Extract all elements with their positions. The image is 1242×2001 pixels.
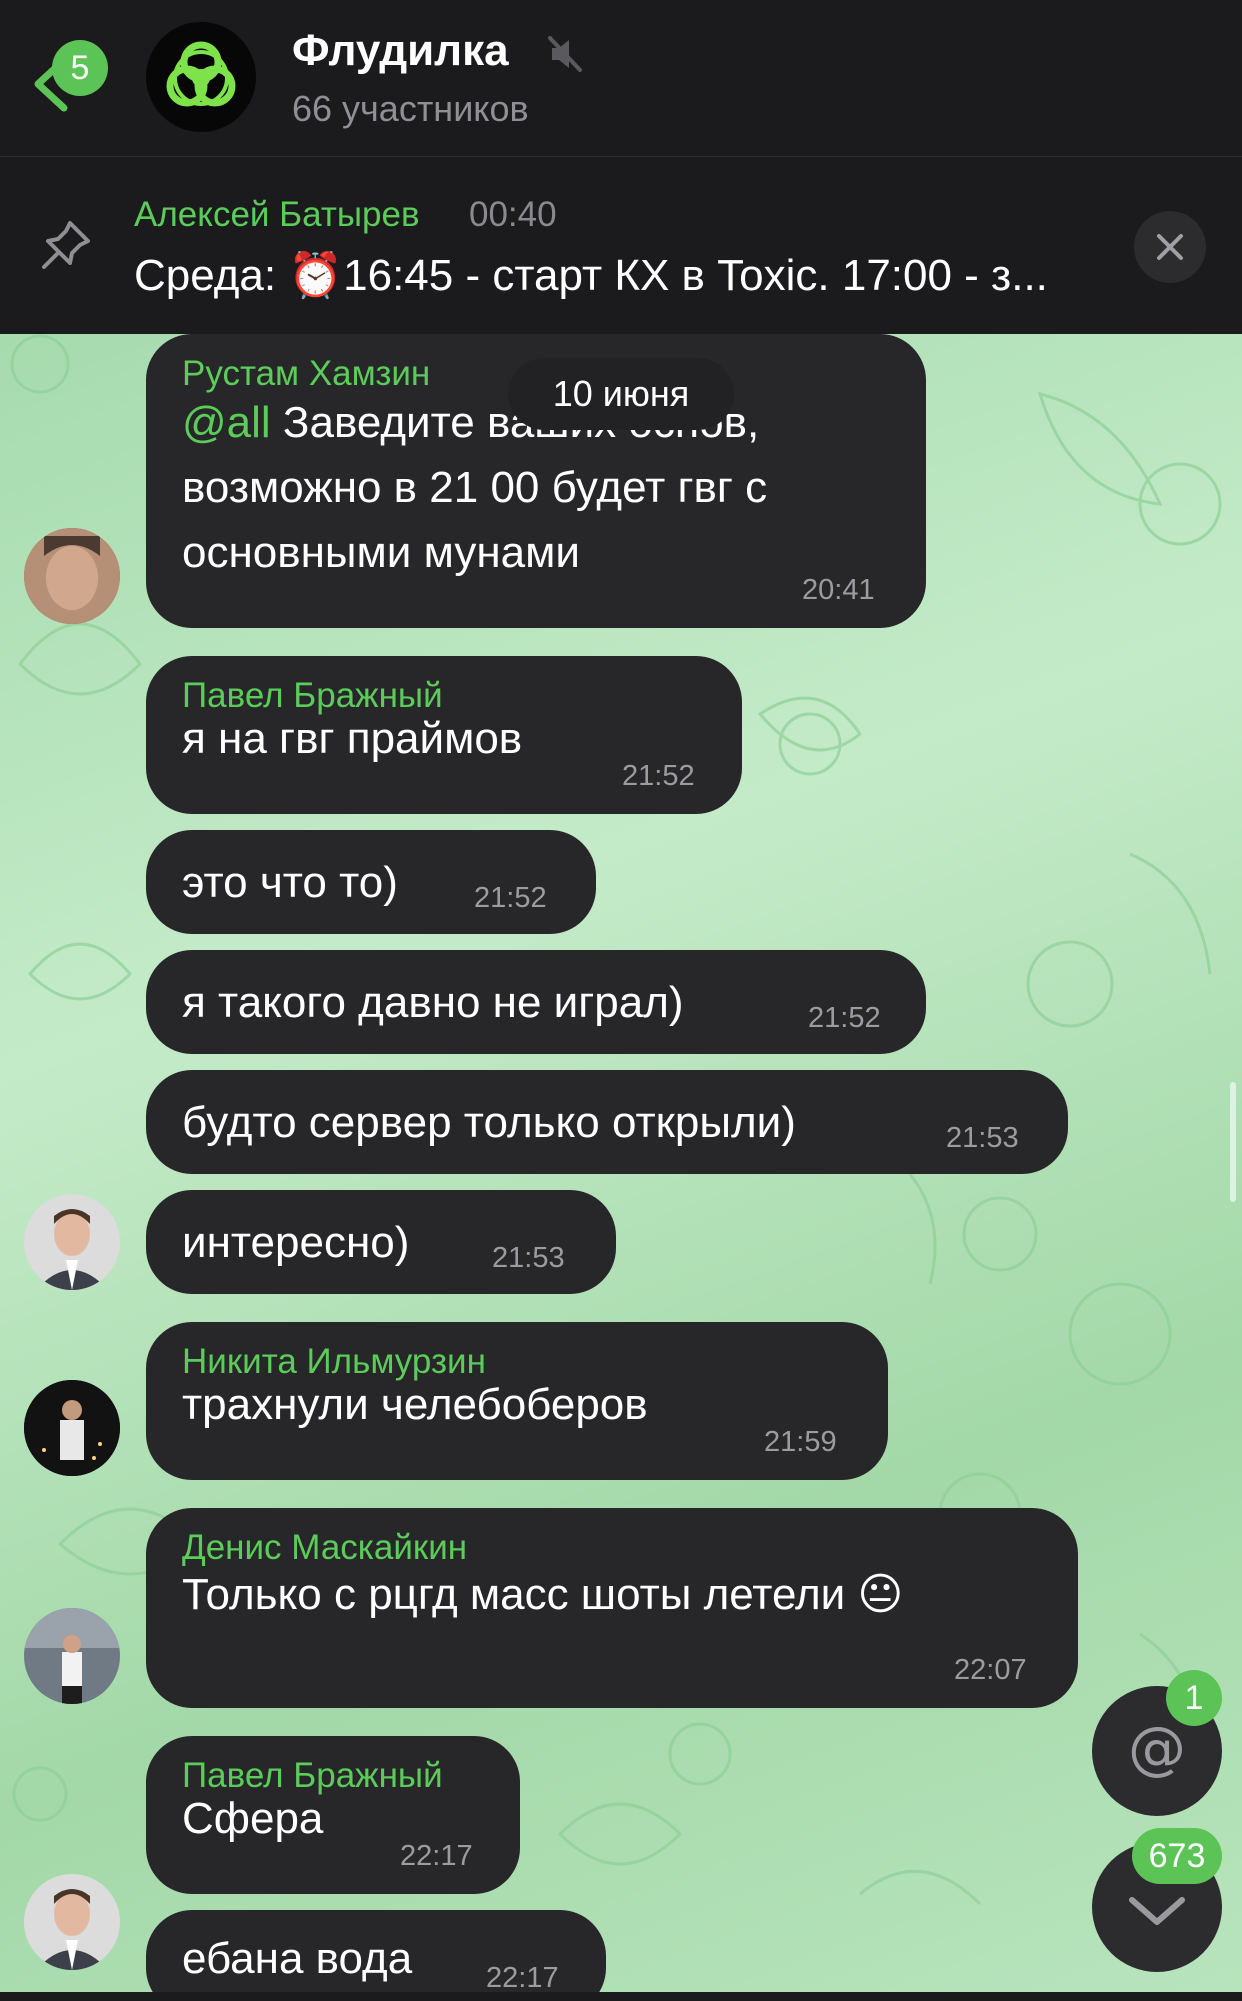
message-bubble[interactable]: это что то) 21:52 [146, 830, 596, 934]
chat-title[interactable]: Флудилка [292, 26, 509, 76]
close-icon [1157, 234, 1183, 260]
svg-text:@: @ [1128, 1714, 1186, 1782]
user-avatar-photo [24, 1380, 120, 1476]
message-time: 22:17 [486, 1962, 559, 1992]
message-time: 20:41 [802, 574, 875, 606]
mentions-badge: 1 [1166, 1670, 1222, 1726]
biohazard-icon [166, 41, 236, 107]
message-time: 21:59 [764, 1426, 837, 1458]
message-bubble[interactable]: Никита Ильмурзин трахнули челебоберов 21… [146, 1322, 888, 1480]
message-text: будто сервер только открыли) [182, 1098, 796, 1147]
unread-count-badge: 673 [1132, 1828, 1222, 1884]
message-text-part: основными мунами [182, 528, 580, 577]
avatar[interactable] [24, 1380, 120, 1476]
message-text: я такого давно не играл) [182, 978, 684, 1027]
message-text: это что то) [182, 858, 398, 907]
message-time: 21:53 [946, 1122, 1019, 1154]
unread-chats-badge: 5 [52, 40, 108, 96]
message-text: трахнули челебоберов [182, 1380, 648, 1429]
unpin-button[interactable] [1134, 211, 1206, 283]
pinned-time: 00:40 [469, 195, 557, 234]
user-avatar-photo [24, 1194, 120, 1290]
date-separator: 10 июня [508, 358, 734, 430]
muted-speaker-icon [548, 36, 582, 72]
pinned-message-bar[interactable]: Алексей Батырев 00:40 Среда: ⏰16:45 - ст… [0, 156, 1242, 334]
message-text: ебана вода [182, 1934, 413, 1983]
pin-icon [42, 221, 90, 269]
message-time: 21:53 [492, 1242, 565, 1274]
message-time: 21:52 [622, 760, 695, 792]
message-text: Сфера [182, 1794, 324, 1843]
message-bubble[interactable]: Павел Бражный Сфера 22:17 [146, 1736, 520, 1894]
message-time: 22:17 [400, 1840, 473, 1872]
participants-count: 66 участников [292, 88, 529, 129]
back-button[interactable]: 5 [28, 40, 118, 120]
chat-avatar[interactable] [146, 22, 256, 132]
pinned-author: Алексей Батырев [134, 195, 420, 234]
mentions-button[interactable]: @ 1 [1092, 1670, 1222, 1816]
avatar[interactable] [24, 1608, 120, 1704]
user-avatar-photo [24, 1874, 120, 1970]
message-bubble[interactable]: будто сервер только открыли) 21:53 [146, 1070, 1068, 1174]
scroll-to-bottom-button[interactable]: 673 [1092, 1828, 1222, 1972]
sender-name[interactable]: Рустам Хамзин [182, 354, 430, 394]
message-time: 21:52 [808, 1002, 881, 1034]
mention-link[interactable]: @all [182, 398, 271, 447]
message-bubble[interactable]: я такого давно не играл) 21:52 [146, 950, 926, 1054]
bottom-edge [0, 1992, 1242, 2001]
user-avatar-photo [24, 1608, 120, 1704]
user-avatar-photo [24, 528, 120, 624]
pinned-text: Среда: ⏰16:45 - старт КХ в Toxic. 17:00 … [134, 251, 1048, 300]
message-text-part: возможно в 21 00 будет гвг с [182, 463, 768, 512]
message-time: 22:07 [954, 1654, 1027, 1686]
avatar[interactable] [24, 1194, 120, 1290]
message-text: Только с рцгд масс шоты летели 😐 [182, 1570, 904, 1619]
chat-messages-area[interactable]: Рустам Хамзин @all Заведите ваших основ,… [0, 334, 1242, 1992]
message-bubble[interactable]: интересно) 21:53 [146, 1190, 616, 1294]
scroll-indicator[interactable] [1230, 1082, 1236, 1202]
message-text: интересно) [182, 1218, 410, 1267]
avatar[interactable] [24, 528, 120, 624]
message-bubble[interactable]: Денис Маскайкин Только с рцгд масс шоты … [146, 1508, 1078, 1708]
avatar[interactable] [24, 1874, 120, 1970]
message-bubble[interactable]: ебана вода 22:17 [146, 1910, 606, 1992]
message-bubble[interactable]: Павел Бражный я на гвг праймов 21:52 [146, 656, 742, 814]
message-time: 21:52 [474, 882, 547, 914]
chat-header: 5 Флудилка 66 участников [0, 0, 1242, 156]
message-text: я на гвг праймов [182, 714, 523, 763]
